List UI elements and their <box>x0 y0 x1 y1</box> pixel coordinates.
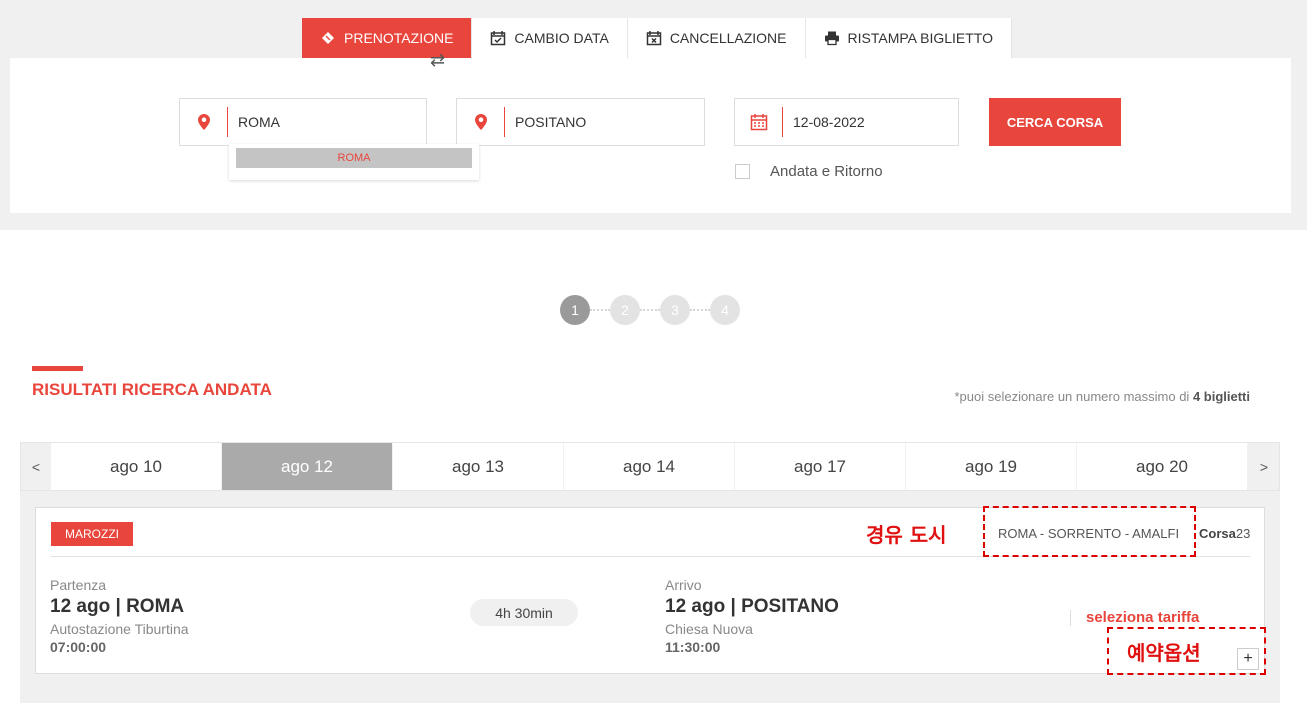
date-value: 12-08-2022 <box>793 114 865 130</box>
date-tab[interactable]: ago 19 <box>906 443 1076 490</box>
step-2: 2 <box>610 295 640 325</box>
title-accent-bar <box>32 366 83 371</box>
select-fare-link[interactable]: seleziona tariffa <box>1086 609 1199 626</box>
annotation-booking-options: 예약옵션 <box>1127 641 1201 665</box>
arrival-station: Chiesa Nuova <box>665 621 753 637</box>
operator-badge: MAROZZI <box>51 522 133 546</box>
prev-date-button[interactable]: < <box>21 443 51 490</box>
departure-label: Partenza <box>50 577 107 593</box>
date-field[interactable]: 12-08-2022 <box>734 98 959 146</box>
calendar-icon <box>735 107 783 137</box>
date-tab[interactable]: ago 13 <box>393 443 563 490</box>
autocomplete-item[interactable]: ROMA <box>236 148 472 168</box>
swap-icon[interactable]: ⇄ <box>430 50 445 71</box>
step-4: 4 <box>710 295 740 325</box>
date-tab[interactable]: ago 14 <box>564 443 734 490</box>
roundtrip-checkbox[interactable] <box>735 164 750 179</box>
next-date-button[interactable]: > <box>1249 443 1279 490</box>
arrival-main: 12 ago | POSITANO <box>665 596 839 617</box>
note-bold: 4 biglietti <box>1192 389 1250 404</box>
roundtrip-option[interactable]: Andata e Ritorno <box>735 163 883 180</box>
tab-label: PRENOTAZIONE <box>344 30 454 46</box>
annotation-via-cities: 경유 도시 <box>866 523 947 547</box>
step-connector <box>640 309 660 311</box>
results-title: RISULTATI RICERCA ANDATA <box>32 380 272 399</box>
printer-icon <box>824 30 840 46</box>
note-text: *puoi selezionare un numero massimo di <box>954 389 1193 404</box>
select-divider <box>1070 610 1071 626</box>
trip-duration: 4h 30min <box>470 599 578 626</box>
tab-cancellazione[interactable]: CANCELLAZIONE <box>627 18 806 58</box>
date-tab[interactable]: ago 10 <box>51 443 221 490</box>
calendar-x-icon <box>646 30 662 46</box>
tab-ristampa-biglietto[interactable]: RISTAMPA BIGLIETTO <box>805 18 1012 58</box>
date-tab-active[interactable]: ago 12 <box>222 443 392 490</box>
arrival-label: Arrivo <box>665 577 702 593</box>
location-pin-icon <box>180 107 228 137</box>
autocomplete-dropdown: ROMA <box>229 144 479 180</box>
search-button[interactable]: CERCA CORSA <box>989 98 1121 146</box>
from-value: ROMA <box>238 114 280 130</box>
step-connector <box>590 309 610 311</box>
calendar-check-icon <box>490 30 506 46</box>
tab-prenotazione[interactable]: PRENOTAZIONE <box>302 18 473 58</box>
to-field[interactable]: POSITANO <box>456 98 705 146</box>
annotation-box-route <box>983 506 1196 557</box>
departure-time: 07:00:00 <box>50 639 107 655</box>
progress-steps: 1 2 3 4 <box>560 295 740 325</box>
from-field[interactable]: ROMA <box>179 98 427 146</box>
step-3: 3 <box>660 295 690 325</box>
date-tab[interactable]: ago 20 <box>1077 443 1247 490</box>
tab-label: CAMBIO DATA <box>514 30 609 46</box>
step-connector <box>690 309 710 311</box>
location-pin-icon <box>457 107 505 137</box>
tab-cambio-data[interactable]: CAMBIO DATA <box>472 18 628 58</box>
tab-label: CANCELLAZIONE <box>669 30 787 46</box>
roundtrip-label: Andata e Ritorno <box>770 163 883 180</box>
corsa-number: Corsa23 <box>1199 526 1250 541</box>
step-1: 1 <box>560 295 590 325</box>
booking-tabs: PRENOTAZIONE CAMBIO DATA CANCELLAZIONE R… <box>302 18 1012 58</box>
tab-label: RISTAMPA BIGLIETTO <box>847 30 993 46</box>
to-value: POSITANO <box>515 114 587 130</box>
departure-main: 12 ago | ROMA <box>50 596 185 617</box>
ticket-limit-note: *puoi selezionare un numero massimo di 4… <box>954 389 1250 404</box>
date-tab[interactable]: ago 17 <box>735 443 905 490</box>
corsa-label: Corsa <box>1199 526 1236 541</box>
departure-station: Autostazione Tiburtina <box>50 621 189 637</box>
corsa-value: 23 <box>1235 526 1251 541</box>
date-navigator: < ago 10 ago 12 ago 13 ago 14 ago 17 ago… <box>20 442 1280 491</box>
arrival-time: 11:30:00 <box>665 639 721 655</box>
ticket-icon <box>320 30 336 46</box>
